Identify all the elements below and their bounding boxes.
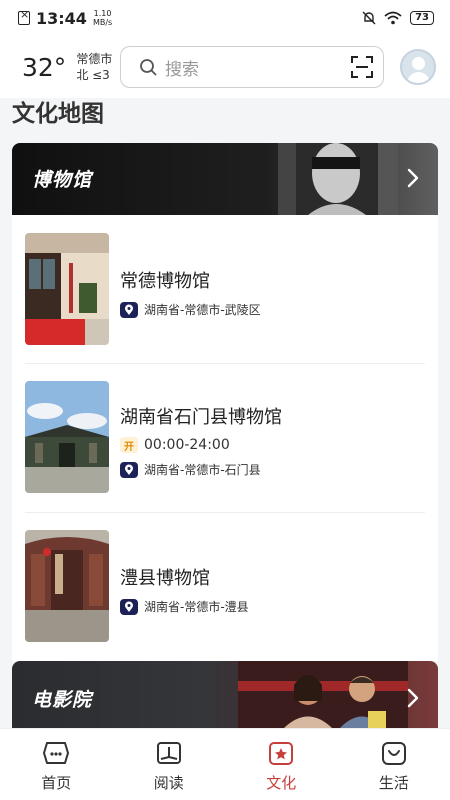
page-title: 文化地图 xyxy=(12,101,104,127)
museum-thumbnail xyxy=(25,530,109,642)
list-item[interactable]: 湖南省石门县博物馆 开 00:00-24:00 湖南省-常德市-石门县 xyxy=(12,381,438,493)
museum-location: 湖南省-常德市-武陵区 xyxy=(144,303,261,317)
temperature: 32° xyxy=(22,52,67,82)
battery-level: 73 xyxy=(410,11,434,25)
nav-home[interactable]: 首页 xyxy=(0,729,113,800)
museum-location: 湖南省-常德市-澧县 xyxy=(144,600,249,614)
divider xyxy=(25,363,425,364)
mute-bell-icon xyxy=(362,11,376,25)
divider xyxy=(25,512,425,513)
bottom-nav: 首页 阅读 文化 生活 xyxy=(0,728,450,800)
chevron-right-icon xyxy=(407,168,419,188)
museum-thumbnail xyxy=(25,233,109,345)
status-bar: 13:44 1.10 MB/s 73 xyxy=(0,0,450,36)
search-placeholder: 搜索 xyxy=(165,59,199,80)
book-icon xyxy=(156,742,181,764)
statue-image xyxy=(278,143,398,215)
home-icon xyxy=(43,742,70,764)
life-icon xyxy=(381,742,406,765)
chevron-right-icon xyxy=(407,688,419,708)
nav-label-life: 生活 xyxy=(378,774,409,792)
cinema-card-title: 电影院 xyxy=(32,689,93,711)
opening-hours: 00:00-24:00 xyxy=(144,437,230,453)
no-sim-icon xyxy=(18,8,30,25)
nav-label-read: 阅读 xyxy=(153,774,184,792)
nav-label-culture: 文化 xyxy=(266,774,297,792)
cinema-image xyxy=(238,661,408,728)
cinema-card-header[interactable]: 电影院 xyxy=(12,661,438,728)
culture-icon xyxy=(269,742,294,765)
nav-read[interactable]: 阅读 xyxy=(113,729,226,800)
search-icon xyxy=(140,59,157,76)
museum-list: 常德博物馆 湖南省-常德市-武陵区 湖南省石门县博物馆 开 00:00-24:0… xyxy=(12,215,438,661)
museum-card-title: 博物馆 xyxy=(32,169,93,191)
museum-name: 湖南省石门县博物馆 xyxy=(120,407,282,428)
top-header: 32° 常德市 北 ≤3 搜索 xyxy=(0,36,450,98)
museum-card-header[interactable]: 博物馆 xyxy=(12,143,438,215)
wifi-icon xyxy=(384,11,402,25)
museum-name: 常德博物馆 xyxy=(120,271,210,292)
nav-culture[interactable]: 文化 xyxy=(225,729,338,800)
nav-label-home: 首页 xyxy=(41,774,72,792)
museum-location: 湖南省-常德市-石门县 xyxy=(144,463,261,477)
location-pin-icon xyxy=(120,598,138,615)
net-speed: 1.10 MB/s xyxy=(93,9,112,27)
museum-thumbnail xyxy=(25,381,109,493)
museum-name: 澧县博物馆 xyxy=(120,568,210,589)
location-pin-icon xyxy=(120,301,138,318)
search-input[interactable]: 搜索 xyxy=(120,46,384,88)
list-item[interactable]: 澧县博物馆 湖南省-常德市-澧县 xyxy=(12,530,438,642)
weather-wind: 北 ≤3 xyxy=(76,68,110,82)
net-speed-value: 1.10 xyxy=(93,9,112,18)
list-item[interactable]: 常德博物馆 湖南省-常德市-武陵区 xyxy=(12,233,438,345)
status-time: 13:44 xyxy=(36,8,87,28)
open-hours-icon: 开 xyxy=(120,437,138,453)
weather-widget[interactable]: 32° 常德市 北 ≤3 xyxy=(22,51,120,83)
weather-city: 常德市 xyxy=(76,52,113,66)
net-speed-unit: MB/s xyxy=(92,18,113,27)
scan-icon[interactable] xyxy=(351,56,373,78)
nav-life[interactable]: 生活 xyxy=(338,729,450,800)
avatar[interactable] xyxy=(400,49,436,85)
location-pin-icon xyxy=(120,461,138,478)
